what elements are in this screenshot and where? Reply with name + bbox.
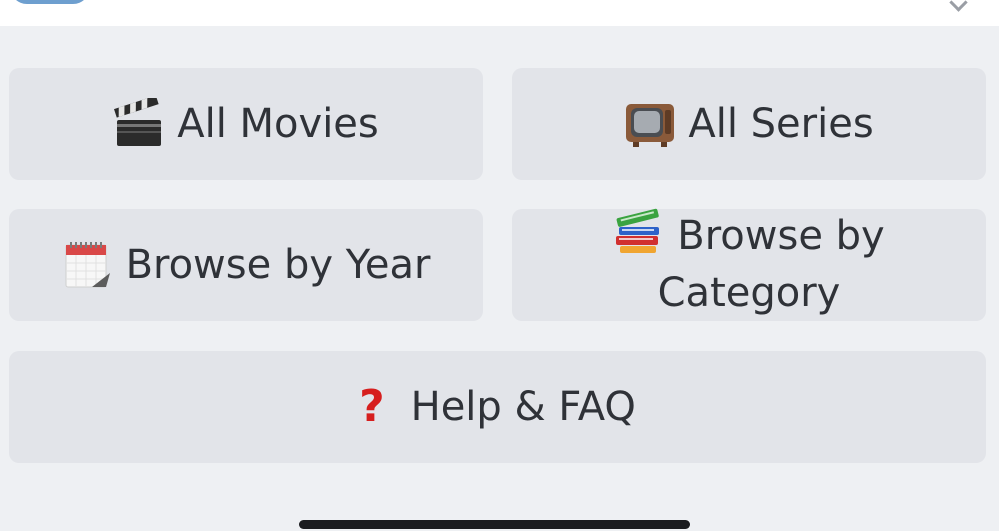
- calendar-icon: [62, 239, 114, 291]
- help-faq-label: Help & FAQ: [410, 383, 636, 430]
- television-icon: [624, 98, 676, 150]
- browse-by-category-button[interactable]: Browse by Category: [512, 208, 986, 321]
- browse-by-category-label-line1: Browse by: [677, 213, 885, 260]
- top-avatar[interactable]: [10, 0, 90, 4]
- books-icon: [613, 205, 665, 257]
- browse-by-year-button[interactable]: Browse by Year: [9, 209, 483, 321]
- all-movies-label: All Movies: [177, 100, 379, 147]
- chevron-down-icon[interactable]: [949, 0, 968, 12]
- all-movies-button[interactable]: All Movies: [9, 68, 483, 180]
- question-mark-icon: ?: [359, 380, 385, 432]
- browse-by-year-label: Browse by Year: [125, 241, 431, 288]
- clapperboard-icon: [113, 95, 165, 150]
- home-indicator: [299, 520, 690, 529]
- help-faq-button[interactable]: ? Help & FAQ: [9, 351, 986, 463]
- top-bar: [0, 0, 999, 26]
- all-series-button[interactable]: All Series: [512, 68, 986, 180]
- all-series-label: All Series: [688, 100, 874, 147]
- browse-by-category-label-line2: Category: [657, 270, 841, 316]
